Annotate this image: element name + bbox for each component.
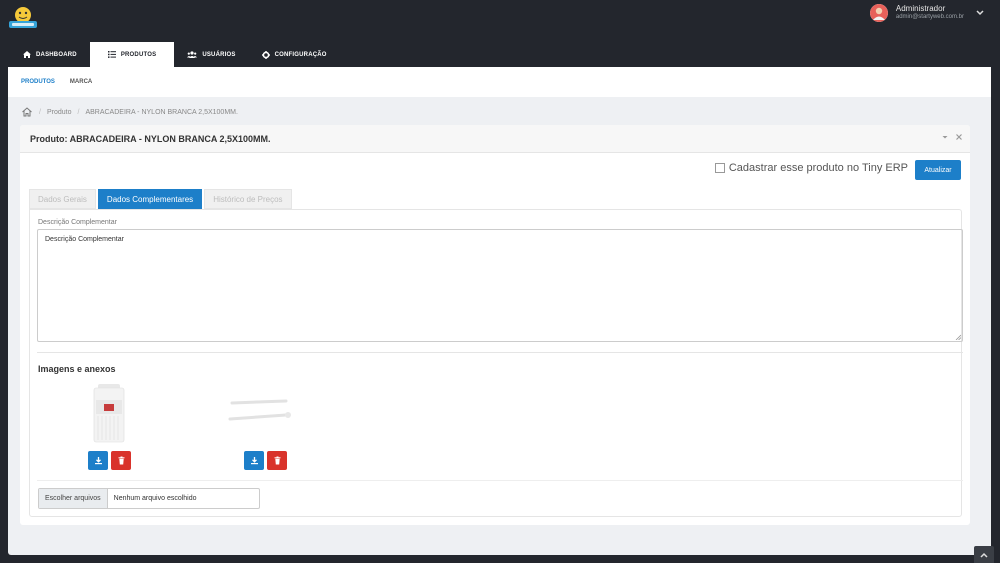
top-bar: Administrador admin@startyweb.com.br DAS… bbox=[0, 0, 1000, 67]
tabs: Dados Gerais Dados Complementares Histór… bbox=[29, 189, 294, 209]
avatar bbox=[869, 4, 888, 22]
collapse-icon[interactable] bbox=[942, 133, 948, 142]
user-name: Administrador bbox=[895, 4, 946, 13]
divider bbox=[37, 480, 963, 481]
divider bbox=[37, 352, 963, 353]
page-frame: PRODUTOS MARCA / Produto / ABRACADEIRA -… bbox=[8, 67, 991, 555]
download-icon[interactable] bbox=[244, 451, 264, 470]
nav-item-produtos[interactable]: PRODUTOS bbox=[89, 42, 175, 67]
breadcrumb: / Produto / ABRACADEIRA - NYLON BRANCA 2… bbox=[21, 105, 238, 119]
images-section-title: Imagens e anexos bbox=[38, 364, 116, 374]
download-icon[interactable] bbox=[88, 451, 108, 470]
tiny-erp-checkbox[interactable] bbox=[714, 163, 725, 173]
tab-dados-complementares[interactable]: Dados Complementares bbox=[97, 189, 203, 209]
product-image-thumbnail[interactable] bbox=[228, 395, 296, 425]
nav-label: PRODUTOS bbox=[120, 51, 157, 58]
card-header: Produto: ABRACADEIRA - NYLON BRANCA 2,5X… bbox=[20, 125, 970, 153]
resize-handle-icon[interactable] bbox=[955, 334, 962, 341]
card-tools bbox=[934, 133, 962, 142]
subnav-item-produtos[interactable]: PRODUTOS bbox=[21, 79, 55, 85]
update-button[interactable]: Atualizar bbox=[915, 160, 961, 180]
file-status-text: Nenhum arquivo escolhido bbox=[113, 495, 197, 502]
scroll-to-top-button[interactable] bbox=[974, 546, 994, 563]
description-textarea[interactable]: Descrição Complementar bbox=[37, 229, 963, 342]
user-menu[interactable]: Administrador admin@startyweb.com.br bbox=[869, 3, 984, 23]
trash-icon[interactable] bbox=[267, 451, 287, 470]
tab-dados-gerais[interactable]: Dados Gerais bbox=[29, 189, 96, 209]
tiny-erp-label: Cadastrar esse produto no Tiny ERP bbox=[728, 162, 908, 174]
page-title: Produto: ABRACADEIRA - NYLON BRANCA 2,5X… bbox=[30, 133, 271, 144]
trash-icon[interactable] bbox=[111, 451, 131, 470]
product-image-thumbnail[interactable] bbox=[86, 382, 132, 444]
nav-label: DASHBOARD bbox=[36, 51, 77, 58]
smiley-logo-icon[interactable] bbox=[8, 6, 38, 30]
nav-item-dashboard[interactable]: DASHBOARD bbox=[10, 42, 90, 67]
tab-pane: Descrição Complementar Descrição Complem… bbox=[29, 209, 963, 517]
close-icon[interactable] bbox=[956, 133, 962, 142]
home-icon bbox=[23, 51, 31, 58]
nav-item-usuarios[interactable]: USUÁRIOS bbox=[174, 42, 248, 67]
gear-icon bbox=[261, 50, 270, 59]
description-label: Descrição Complementar bbox=[38, 219, 117, 226]
sub-nav: PRODUTOS MARCA bbox=[8, 67, 991, 97]
tab-historico-precos[interactable]: Histórico de Preços bbox=[204, 189, 292, 209]
nav-label: USUÁRIOS bbox=[202, 51, 236, 58]
breadcrumb-item: ABRACADEIRA - NYLON BRANCA 2,5X100MM. bbox=[85, 108, 238, 116]
product-card: Produto: ABRACADEIRA - NYLON BRANCA 2,5X… bbox=[20, 125, 970, 525]
tiny-erp-option[interactable]: Cadastrar esse produto no Tiny ERP bbox=[714, 162, 908, 174]
nav-item-configuracao[interactable]: CONFIGURAÇÃO bbox=[249, 42, 340, 67]
list-icon bbox=[107, 51, 116, 58]
chevron-down-icon[interactable] bbox=[976, 8, 984, 18]
main-nav: DASHBOARD PRODUTOS USUÁRIOS CONFIGURAÇÃO bbox=[10, 42, 340, 67]
choose-files-button[interactable]: Escolher arquivos bbox=[39, 489, 108, 508]
nav-label: CONFIGURAÇÃO bbox=[274, 51, 327, 58]
subnav-item-marca[interactable]: MARCA bbox=[70, 79, 92, 85]
description-value: Descrição Complementar bbox=[45, 236, 124, 243]
home-icon[interactable] bbox=[21, 106, 33, 118]
users-icon bbox=[187, 51, 198, 58]
breadcrumb-item[interactable]: Produto bbox=[47, 109, 72, 116]
user-email: admin@startyweb.com.br bbox=[895, 14, 964, 20]
file-upload-input[interactable]: Escolher arquivos Nenhum arquivo escolhi… bbox=[38, 488, 260, 509]
